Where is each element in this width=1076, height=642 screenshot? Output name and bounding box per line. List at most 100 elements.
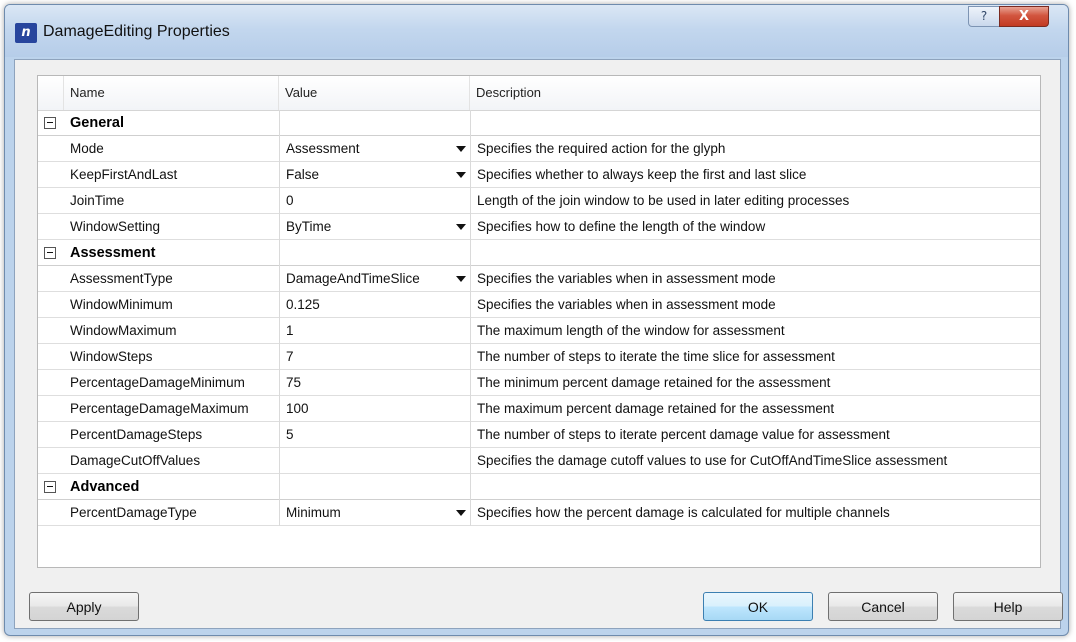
property-value[interactable]: 75 bbox=[279, 370, 470, 396]
group-row[interactable]: Assessment bbox=[38, 240, 1040, 266]
property-name: JoinTime bbox=[70, 193, 125, 208]
property-value[interactable]: Minimum bbox=[279, 500, 470, 526]
property-name: PercentDamageType bbox=[70, 505, 197, 520]
collapse-toggle-icon[interactable] bbox=[44, 481, 56, 493]
property-value-text: ByTime bbox=[286, 219, 332, 234]
row-gutter bbox=[38, 500, 64, 525]
property-value[interactable]: ByTime bbox=[279, 214, 470, 240]
property-value[interactable]: Assessment bbox=[279, 136, 470, 162]
properties-dialog: n DamageEditing Properties ? X Name Valu… bbox=[4, 4, 1069, 636]
dropdown-arrow-icon[interactable] bbox=[456, 276, 466, 282]
property-description: Specifies how to define the length of th… bbox=[470, 214, 1040, 240]
row-gutter bbox=[38, 214, 64, 239]
property-row[interactable]: WindowMaximum 1 The maximum length of the … bbox=[38, 318, 1040, 344]
property-value bbox=[279, 110, 470, 136]
property-value[interactable]: 0 bbox=[279, 188, 470, 214]
property-row[interactable]: PercentageDamageMaximum 100 The maximum pe… bbox=[38, 396, 1040, 422]
property-description bbox=[470, 240, 1040, 266]
property-row[interactable]: JoinTime 0 Length of the join window to be… bbox=[38, 188, 1040, 214]
row-gutter bbox=[38, 162, 64, 187]
header-description[interactable]: Description bbox=[470, 76, 1040, 110]
group-row[interactable]: Advanced bbox=[38, 474, 1040, 500]
property-name: PercentageDamageMaximum bbox=[70, 401, 249, 416]
property-row[interactable]: DamageCutOffValues Specifies the damage c… bbox=[38, 448, 1040, 474]
property-value[interactable]: 1 bbox=[279, 318, 470, 344]
property-name: DamageCutOffValues bbox=[70, 453, 201, 468]
property-row[interactable]: WindowMinimum 0.125 Specifies the variable… bbox=[38, 292, 1040, 318]
help-button[interactable]: Help bbox=[953, 592, 1063, 621]
ok-button[interactable]: OK bbox=[703, 592, 813, 621]
property-row[interactable]: AssessmentType DamageAndTimeSlice Specifie… bbox=[38, 266, 1040, 292]
dropdown-arrow-icon[interactable] bbox=[456, 510, 466, 516]
title-bar[interactable]: n DamageEditing Properties ? X bbox=[5, 5, 1068, 57]
collapse-toggle-icon[interactable] bbox=[44, 247, 56, 259]
row-gutter bbox=[38, 448, 64, 473]
property-value-text: 5 bbox=[286, 427, 294, 442]
property-name: WindowSteps bbox=[70, 349, 153, 364]
property-grid: Name Value Description General Mode Assess… bbox=[37, 75, 1041, 568]
property-value[interactable] bbox=[279, 448, 470, 474]
property-description: The number of steps to iterate percent d… bbox=[470, 422, 1040, 448]
close-button[interactable]: X bbox=[999, 6, 1049, 27]
property-value[interactable]: 100 bbox=[279, 396, 470, 422]
app-logo-icon: n bbox=[15, 23, 37, 43]
property-row[interactable]: PercentDamageType Minimum Specifies how th… bbox=[38, 500, 1040, 526]
property-description: Specifies the variables when in assessme… bbox=[470, 266, 1040, 292]
row-gutter bbox=[38, 422, 64, 447]
cancel-button[interactable]: Cancel bbox=[828, 592, 938, 621]
property-row[interactable]: WindowSetting ByTime Specifies how to defi… bbox=[38, 214, 1040, 240]
dropdown-arrow-icon[interactable] bbox=[456, 172, 466, 178]
header-name[interactable]: Name bbox=[64, 76, 279, 110]
property-description: Specifies the variables when in assessme… bbox=[470, 292, 1040, 318]
group-row[interactable]: General bbox=[38, 110, 1040, 136]
row-gutter bbox=[38, 240, 64, 265]
property-description: Specifies whether to always keep the fir… bbox=[470, 162, 1040, 188]
group-label: General bbox=[70, 115, 124, 131]
property-name: Mode bbox=[70, 141, 104, 156]
property-value[interactable]: 5 bbox=[279, 422, 470, 448]
property-value-text: 0 bbox=[286, 193, 294, 208]
property-value[interactable]: 7 bbox=[279, 344, 470, 370]
property-value-text: Minimum bbox=[286, 505, 341, 520]
grid-header: Name Value Description bbox=[38, 76, 1040, 111]
property-name: WindowMinimum bbox=[70, 297, 173, 312]
property-description: The maximum percent damage retained for … bbox=[470, 396, 1040, 422]
property-row[interactable]: Mode Assessment Specifies the required act… bbox=[38, 136, 1040, 162]
header-value[interactable]: Value bbox=[279, 76, 470, 110]
property-description: The maximum length of the window for ass… bbox=[470, 318, 1040, 344]
property-value-text: Assessment bbox=[286, 141, 360, 156]
row-gutter bbox=[38, 474, 64, 499]
group-label: Advanced bbox=[70, 479, 140, 495]
row-gutter bbox=[38, 370, 64, 395]
property-description: Specifies the damage cutoff values to us… bbox=[470, 448, 1040, 474]
property-value[interactable]: False bbox=[279, 162, 470, 188]
property-value-text: False bbox=[286, 167, 320, 182]
property-row[interactable]: WindowSteps 7 The number of steps to itera… bbox=[38, 344, 1040, 370]
property-value-text: 7 bbox=[286, 349, 294, 364]
property-row[interactable]: KeepFirstAndLast False Specifies whether t… bbox=[38, 162, 1040, 188]
property-value[interactable]: DamageAndTimeSlice bbox=[279, 266, 470, 292]
property-row[interactable]: PercentageDamageMinimum 75 The minimum per… bbox=[38, 370, 1040, 396]
property-value[interactable]: 0.125 bbox=[279, 292, 470, 318]
property-name: AssessmentType bbox=[70, 271, 173, 286]
row-gutter bbox=[38, 344, 64, 369]
property-value-text: 100 bbox=[286, 401, 309, 416]
row-gutter bbox=[38, 292, 64, 317]
property-value-text: DamageAndTimeSlice bbox=[286, 271, 420, 286]
row-gutter bbox=[38, 188, 64, 213]
row-gutter bbox=[38, 318, 64, 343]
group-label: Assessment bbox=[70, 245, 156, 261]
property-value-text: 0.125 bbox=[286, 297, 320, 312]
property-value bbox=[279, 240, 470, 266]
apply-button[interactable]: Apply bbox=[29, 592, 139, 621]
property-name: PercentDamageSteps bbox=[70, 427, 203, 442]
collapse-toggle-icon[interactable] bbox=[44, 117, 56, 129]
dialog-title: DamageEditing Properties bbox=[43, 23, 230, 40]
dropdown-arrow-icon[interactable] bbox=[456, 146, 466, 152]
help-title-button[interactable]: ? bbox=[968, 6, 1000, 27]
header-gutter bbox=[38, 76, 64, 110]
property-description: Length of the join window to be used in … bbox=[470, 188, 1040, 214]
property-description: The number of steps to iterate the time … bbox=[470, 344, 1040, 370]
property-row[interactable]: PercentDamageSteps 5 The number of steps t… bbox=[38, 422, 1040, 448]
dropdown-arrow-icon[interactable] bbox=[456, 224, 466, 230]
